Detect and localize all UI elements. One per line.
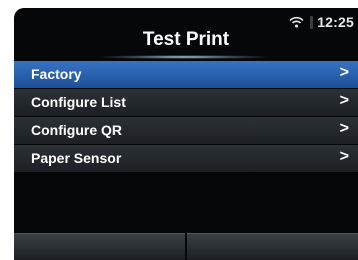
menu-item-label: Configure QR bbox=[31, 122, 122, 138]
chevron-right-icon: > bbox=[339, 92, 349, 109]
menu-item-paper-sensor[interactable]: Paper Sensor > bbox=[14, 145, 358, 172]
menu-list: Factory > Configure List > Configure QR … bbox=[14, 61, 358, 173]
softkey-left[interactable] bbox=[14, 233, 185, 260]
softkey-bar bbox=[14, 233, 358, 260]
menu-item-label: Configure List bbox=[31, 94, 126, 110]
clock: 12:25 bbox=[317, 14, 354, 30]
menu-item-configure-list[interactable]: Configure List > bbox=[14, 89, 358, 116]
menu-item-label: Factory bbox=[31, 66, 82, 82]
chevron-right-icon: > bbox=[339, 120, 349, 137]
status-bar: 12:25 bbox=[289, 14, 354, 30]
wifi-icon bbox=[289, 16, 304, 28]
menu-item-configure-qr[interactable]: Configure QR > bbox=[14, 117, 358, 144]
chevron-right-icon: > bbox=[339, 64, 349, 81]
bluetooth-icon bbox=[310, 15, 314, 29]
title-bar: 12:25 Test Print bbox=[14, 8, 358, 59]
softkey-right[interactable] bbox=[187, 233, 358, 260]
title-underline bbox=[94, 55, 274, 59]
chevron-right-icon: > bbox=[339, 148, 349, 165]
menu-item-factory[interactable]: Factory > bbox=[14, 61, 358, 88]
page-title: Test Print bbox=[142, 29, 230, 50]
printer-display: 12:25 Test Print Factory > Configure Lis… bbox=[14, 8, 358, 260]
menu-item-label: Paper Sensor bbox=[31, 150, 122, 166]
